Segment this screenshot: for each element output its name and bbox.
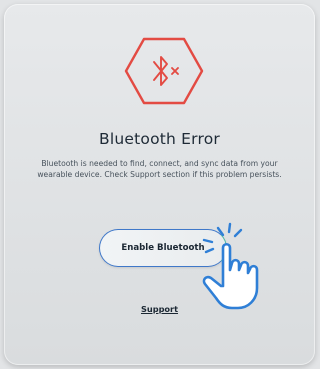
tap-hand-icon [202, 222, 259, 310]
bluetooth-off-icon [124, 37, 204, 105]
dialog-title: Bluetooth Error [99, 130, 220, 148]
dialog-description: Bluetooth is needed to find, connect, an… [10, 159, 309, 180]
description-line-2: wearable device. Check Support section i… [37, 169, 282, 179]
description-line-1: Bluetooth is needed to find, connect, an… [41, 159, 278, 168]
support-link[interactable]: Support [141, 304, 178, 314]
enable-bluetooth-button-label: Enable Bluetooth [121, 243, 205, 253]
